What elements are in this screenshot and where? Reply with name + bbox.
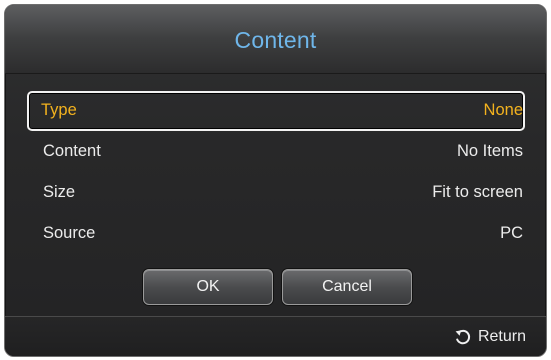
setting-value: No Items [456, 142, 523, 160]
setting-label: Size [43, 183, 76, 201]
setting-row-size[interactable]: Size Fit to screen [27, 173, 525, 213]
content-dialog: Content Type None Content No Items Size … [4, 4, 547, 357]
setting-row-type[interactable]: Type None [27, 91, 525, 131]
setting-value: Fit to screen [432, 183, 523, 201]
dialog-title: Content [234, 27, 317, 53]
setting-row-source[interactable]: Source PC [27, 214, 525, 254]
setting-label: Content [43, 142, 101, 160]
dialog-footer: Return [5, 316, 546, 356]
setting-value: PC [500, 224, 523, 242]
return-button[interactable]: Return [454, 328, 526, 346]
setting-label: Source [43, 224, 96, 242]
setting-label: Type [41, 101, 77, 119]
dialog-header: Content [5, 5, 546, 74]
setting-row-content[interactable]: Content No Items [27, 132, 525, 172]
return-label: Return [477, 328, 526, 345]
dialog-buttons: OK Cancel [5, 269, 546, 305]
ok-button[interactable]: OK [143, 269, 273, 305]
setting-value: None [483, 101, 523, 119]
return-arrow-icon [454, 328, 472, 346]
settings-list: Type None Content No Items Size Fit to s… [27, 91, 525, 255]
cancel-button[interactable]: Cancel [282, 269, 412, 305]
